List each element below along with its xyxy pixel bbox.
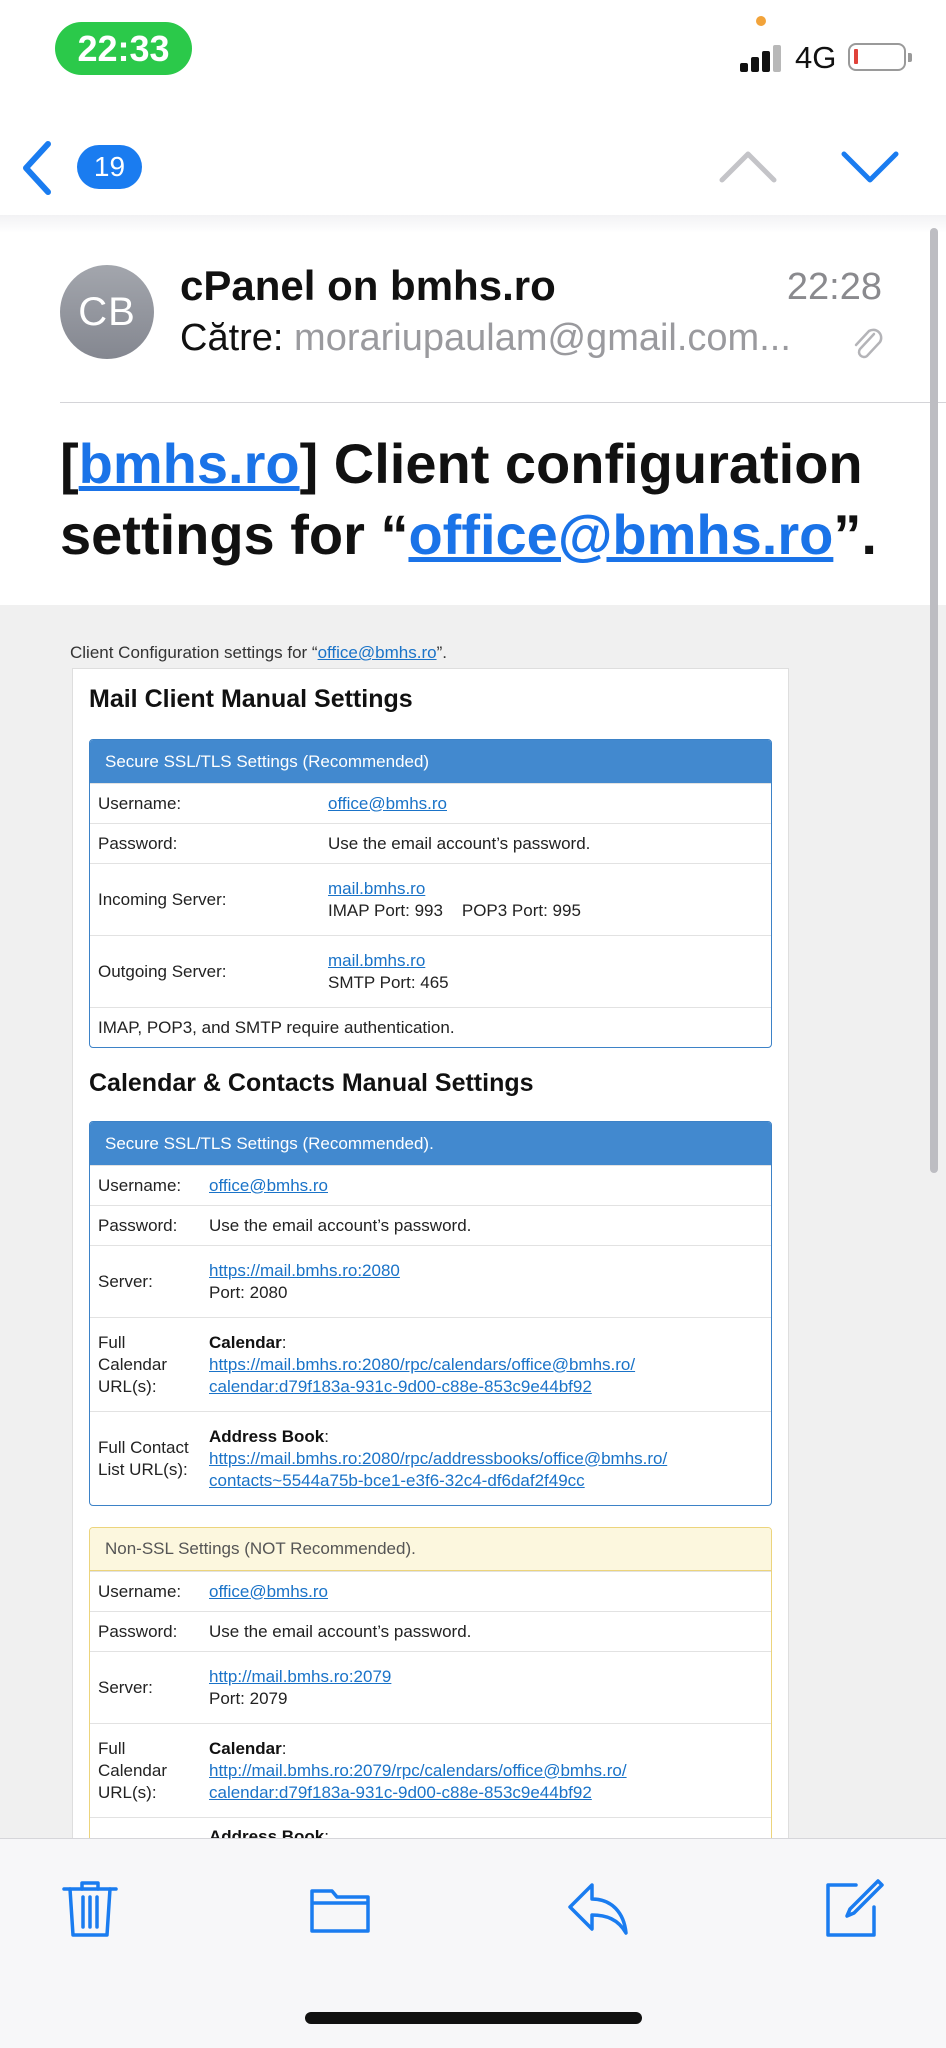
mail-settings-heading: Mail Client Manual Settings (89, 685, 413, 713)
password-value: Use the email account’s password. (209, 1621, 472, 1641)
sender-avatar[interactable]: CB (60, 265, 154, 359)
password-value: Use the email account’s password. (328, 833, 591, 853)
calendar-secure-panel: Secure SSL/TLS Settings (Recommended). U… (89, 1121, 772, 1506)
username-link[interactable]: office@bmhs.ro (209, 1175, 328, 1197)
compose-icon[interactable] (822, 1877, 886, 1941)
contact-url-link-cont[interactable]: contacts~5544a75b-bce1-e3f6-32c4-df6daf2… (209, 1470, 667, 1492)
intro-email-link[interactable]: office@bmhs.ro (318, 643, 437, 662)
calendar-url-label: Full Calendar URL(s): (98, 1332, 167, 1396)
username-link[interactable]: office@bmhs.ro (209, 1581, 328, 1603)
username-label: Username: (98, 1175, 182, 1195)
subject-domain-link[interactable]: bmhs.ro (79, 432, 300, 495)
server-port: Port: 2080 (209, 1282, 288, 1302)
incoming-server-label: Incoming Server: (98, 889, 227, 909)
contact-url-link[interactable]: https://mail.bmhs.ro:2080/rpc/addressboo… (209, 1448, 667, 1470)
paperclip-icon (854, 328, 883, 359)
network-type: 4G (795, 40, 837, 75)
trash-icon[interactable] (58, 1877, 122, 1941)
subject-bracket: [ (60, 432, 79, 495)
table-row: Password: Use the email account’s passwo… (90, 823, 771, 863)
server-label: Server: (98, 1271, 153, 1291)
table-row: Server: http://mail.bmhs.ro:2079 Port: 2… (90, 1651, 771, 1723)
password-value: Use the email account’s password. (209, 1215, 472, 1235)
password-label: Password: (98, 833, 178, 853)
table-row: Password: Use the email account’s passwo… (90, 1205, 771, 1245)
email-body[interactable]: Client Configuration settings for “offic… (0, 605, 946, 1840)
subject-email-link[interactable]: office@bmhs.ro (408, 503, 833, 566)
table-row: Password: Use the email account’s passwo… (90, 1611, 771, 1651)
table-row: Full Calendar URL(s): Calendar: http://m… (90, 1723, 771, 1817)
table-row: Full Contact List URL(s): Address Book: … (90, 1411, 771, 1505)
recipient-address: morariupaulam@gmail.com... (294, 317, 791, 359)
previous-message-chevron-up-icon[interactable] (718, 140, 778, 190)
sender-name[interactable]: cPanel on bmhs.ro (180, 262, 556, 310)
table-row: Username: office@bmhs.ro (90, 783, 771, 823)
status-bar: 22:33 4G (0, 0, 946, 100)
message-time: 22:28 (786, 266, 882, 308)
cellular-signal-icon (740, 42, 786, 72)
home-indicator[interactable] (305, 2012, 642, 2024)
outgoing-server-link[interactable]: mail.bmhs.ro (328, 950, 449, 972)
incoming-ports: IMAP Port: 993 POP3 Port: 995 (328, 900, 581, 920)
message-count-badge[interactable]: 19 (77, 145, 142, 189)
username-label: Username: (98, 793, 182, 813)
calendar-heading: Calendar (209, 1738, 282, 1758)
next-message-chevron-down-icon[interactable] (840, 140, 900, 190)
message-subject: [bmhs.ro] Client configuration settings … (60, 428, 890, 570)
panel-header: Secure SSL/TLS Settings (Recommended). (90, 1122, 771, 1165)
username-label: Username: (98, 1581, 182, 1601)
table-row: IMAP, POP3, and SMTP require authenticat… (90, 1007, 771, 1047)
incoming-server-link[interactable]: mail.bmhs.ro (328, 878, 581, 900)
table-row: Full Calendar URL(s): Calendar: https://… (90, 1317, 771, 1411)
table-row: Incoming Server: mail.bmhs.ro IMAP Port:… (90, 863, 771, 935)
recipient-label: Către: (180, 317, 284, 359)
battery-icon (848, 43, 912, 71)
password-label: Password: (98, 1621, 178, 1641)
calendar-url-link[interactable]: https://mail.bmhs.ro:2080/rpc/calendars/… (209, 1354, 635, 1376)
recipient-line[interactable]: Către: morariupaulam@gmail.com... (180, 317, 820, 360)
table-row: Outgoing Server: mail.bmhs.ro SMTP Port:… (90, 935, 771, 1007)
calendar-url-label: Full Calendar URL(s): (98, 1738, 167, 1802)
server-port: Port: 2079 (209, 1688, 288, 1708)
back-chevron-icon[interactable] (18, 138, 58, 198)
table-row: Username: office@bmhs.ro (90, 1571, 771, 1611)
calendar-non-ssl-panel: Non-SSL Settings (NOT Recommended). User… (89, 1527, 772, 1840)
server-link[interactable]: http://mail.bmhs.ro:2079 (209, 1666, 391, 1688)
calendar-settings-heading: Calendar & Contacts Manual Settings (89, 1069, 534, 1097)
password-label: Password: (98, 1215, 178, 1235)
subject-end: ”. (833, 503, 877, 566)
outgoing-port: SMTP Port: 465 (328, 972, 449, 992)
mail-secure-panel: Secure SSL/TLS Settings (Recommended) Us… (89, 739, 772, 1048)
panel-header: Non-SSL Settings (NOT Recommended). (90, 1528, 771, 1571)
table-row: Server: https://mail.bmhs.ro:2080 Port: … (90, 1245, 771, 1317)
username-link[interactable]: office@bmhs.ro (328, 793, 447, 815)
server-label: Server: (98, 1677, 153, 1697)
sender-separator (60, 402, 946, 403)
privacy-indicator-dot (756, 16, 766, 26)
calendar-url-link-cont[interactable]: calendar:d79f183a-931c-9d00-c88e-853c9e4… (209, 1782, 627, 1804)
table-row: Address Book: (90, 1817, 771, 1840)
panel-header: Secure SSL/TLS Settings (Recommended) (90, 740, 771, 783)
table-row: Username: office@bmhs.ro (90, 1165, 771, 1205)
intro-prefix: Client Configuration settings for “ (70, 643, 318, 662)
reply-icon[interactable] (566, 1877, 630, 1941)
outgoing-server-label: Outgoing Server: (98, 961, 227, 981)
auth-note: IMAP, POP3, and SMTP require authenticat… (98, 1017, 455, 1037)
intro-suffix: ”. (436, 643, 447, 662)
server-link[interactable]: https://mail.bmhs.ro:2080 (209, 1260, 400, 1282)
folder-icon[interactable] (308, 1877, 372, 1941)
scroll-indicator[interactable] (930, 228, 938, 1173)
calendar-url-link[interactable]: http://mail.bmhs.ro:2079/rpc/calendars/o… (209, 1760, 627, 1782)
status-time: 22:33 (55, 22, 192, 75)
intro-line: Client Configuration settings for “offic… (70, 643, 447, 663)
header-divider (0, 215, 946, 233)
contact-url-label: Full Contact List URL(s): (98, 1437, 189, 1479)
calendar-heading: Calendar (209, 1332, 282, 1352)
settings-card: Mail Client Manual Settings Secure SSL/T… (72, 668, 789, 1840)
calendar-url-link-cont[interactable]: calendar:d79f183a-931c-9d00-c88e-853c9e4… (209, 1376, 635, 1398)
address-book-heading: Address Book (209, 1426, 325, 1446)
